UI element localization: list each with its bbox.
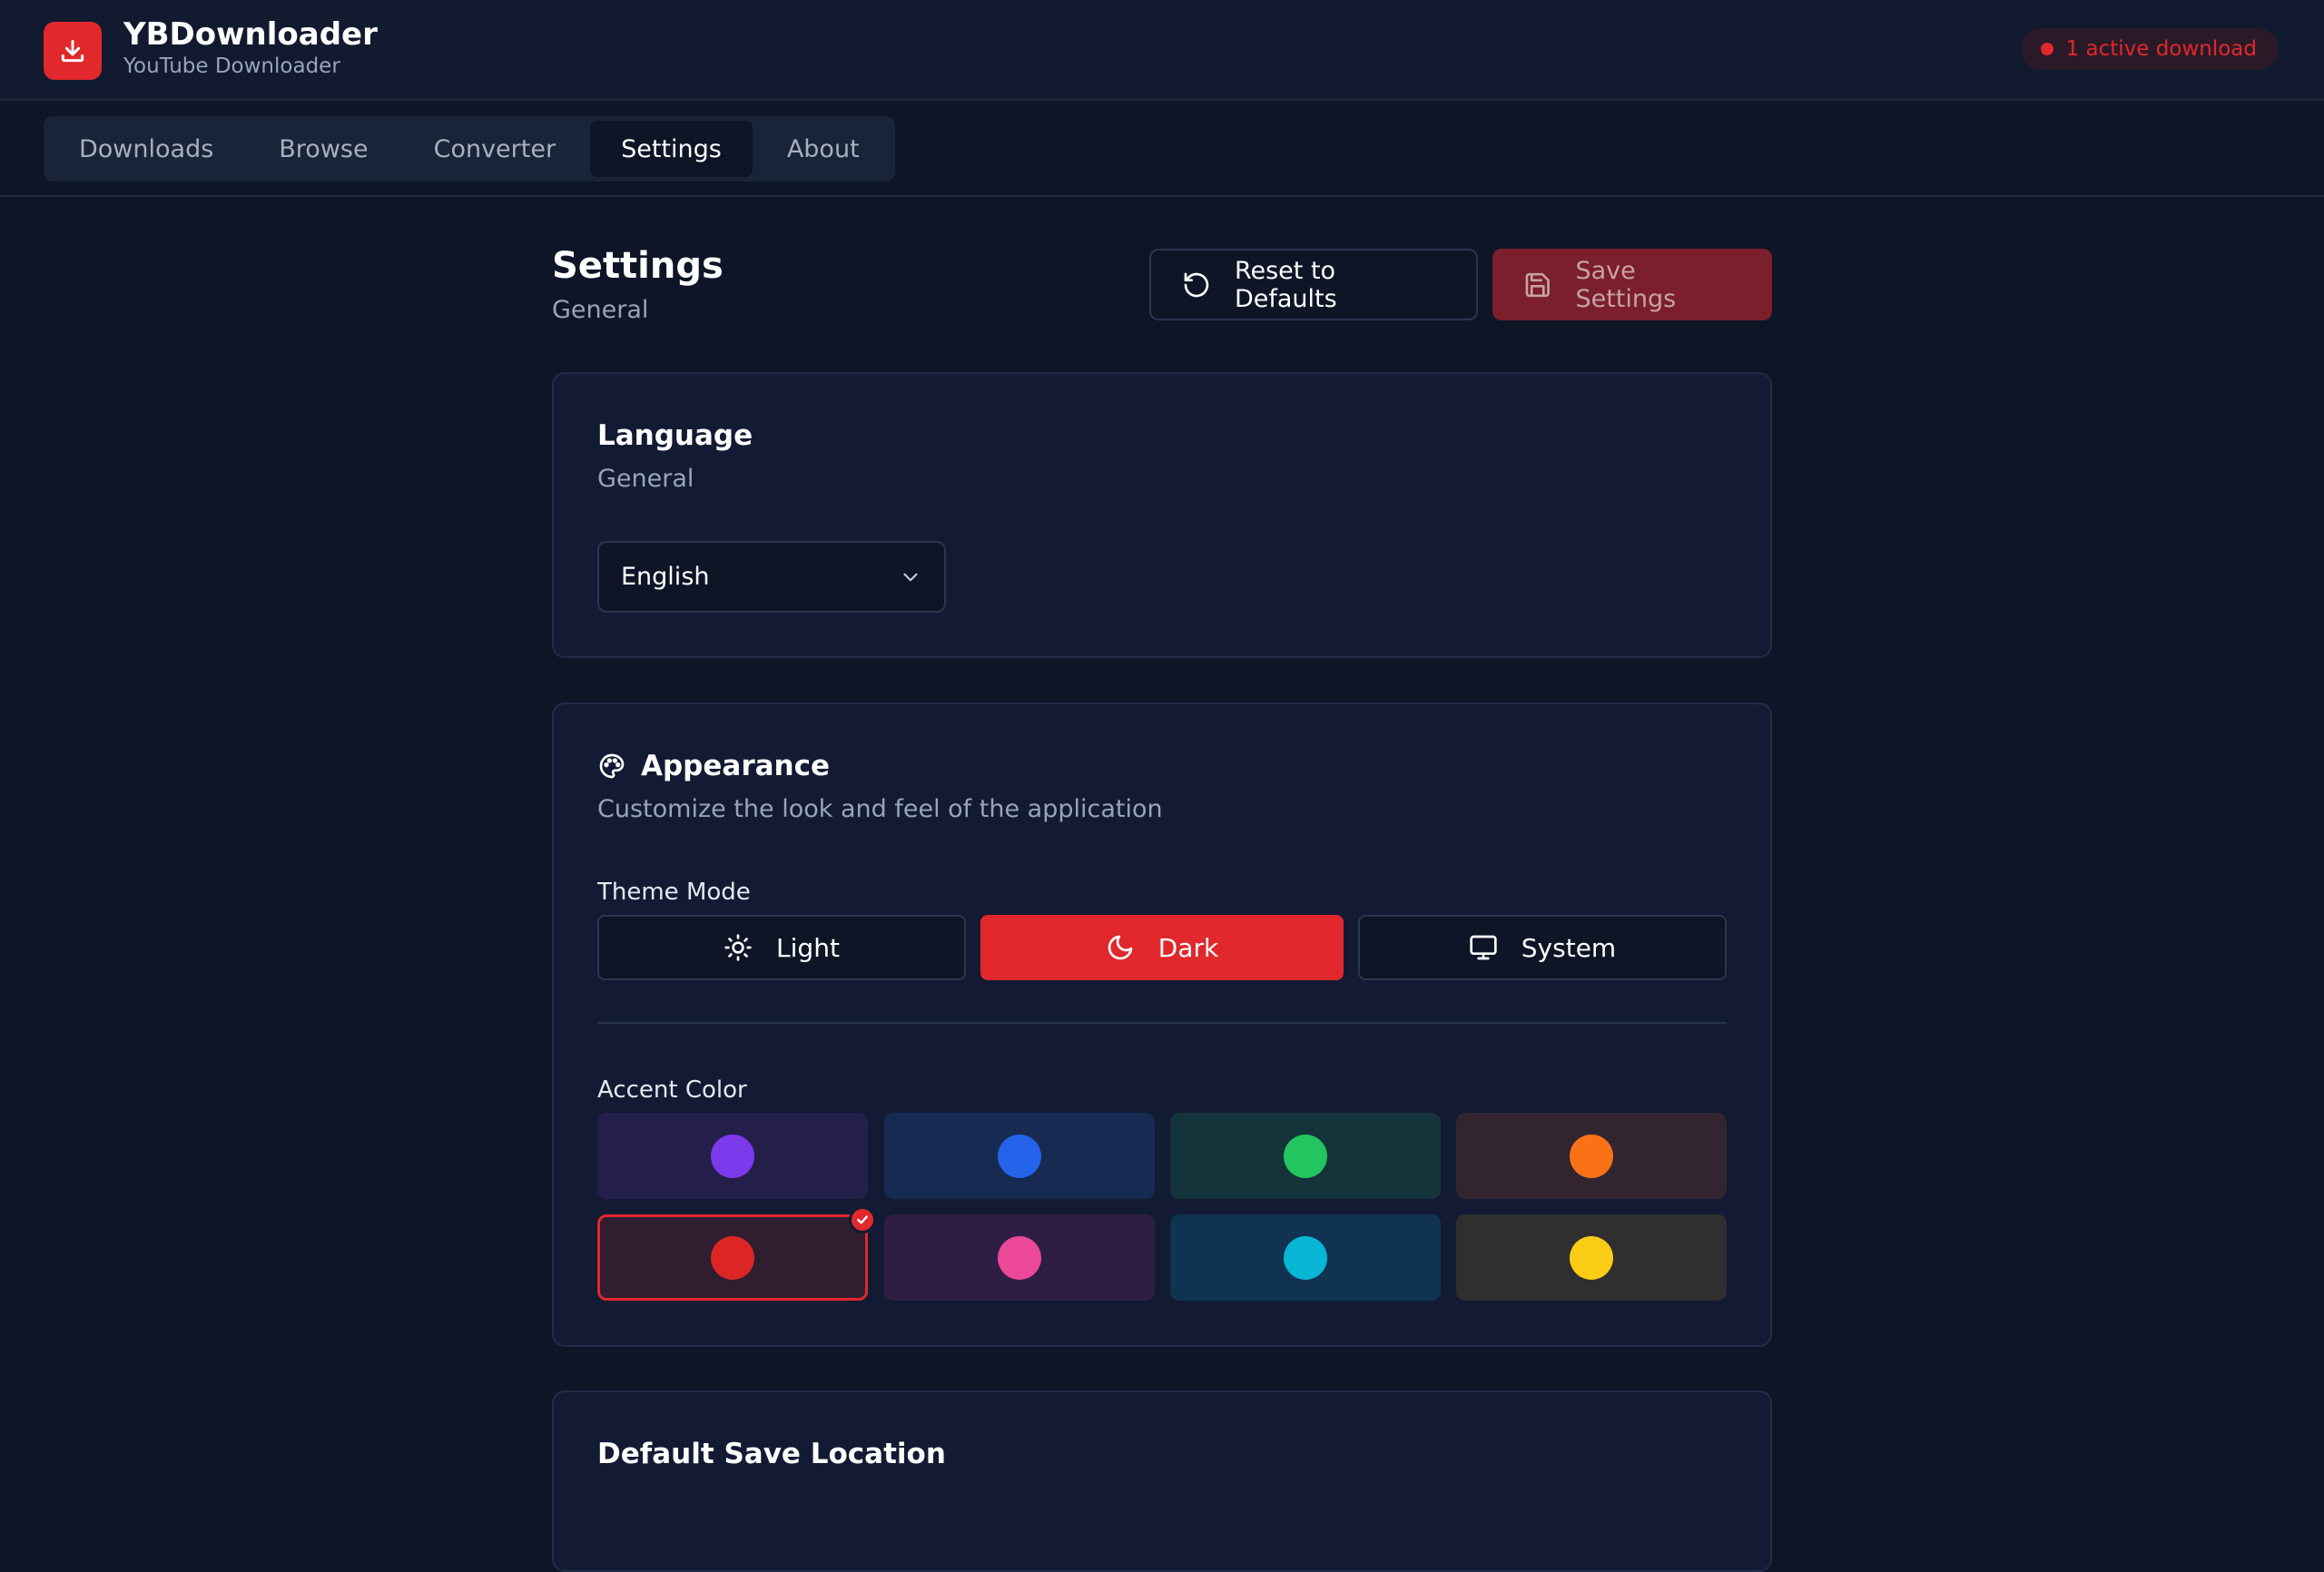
theme-light-button[interactable]: Light: [597, 915, 966, 980]
sun-icon: [724, 934, 752, 961]
accent-swatch-red[interactable]: [597, 1206, 876, 1301]
accent-dot-cyan: [1284, 1235, 1327, 1280]
theme-system-button[interactable]: System: [1358, 915, 1727, 980]
save-settings-label: Save Settings: [1575, 256, 1677, 313]
accent-dot-red: [711, 1235, 754, 1280]
tab-browse[interactable]: Browse: [248, 121, 399, 177]
download-icon: [61, 39, 84, 63]
page-title: Settings: [552, 245, 724, 287]
accent-dot-orange: [1570, 1134, 1613, 1178]
tab-converter[interactable]: Converter: [403, 121, 586, 177]
moon-icon: [1108, 935, 1133, 960]
chevron-down-icon: [903, 573, 918, 581]
accent-swatch-green[interactable]: [1170, 1113, 1441, 1199]
accent-color-label: Accent Color: [597, 1076, 747, 1104]
language-select[interactable]: English: [597, 541, 946, 613]
tab-settings[interactable]: Settings: [590, 121, 753, 177]
accent-dot-yellow: [1570, 1235, 1613, 1280]
save-location-title-text: Default Save Location: [597, 1438, 946, 1470]
theme-dark-button[interactable]: Dark: [980, 915, 1344, 980]
appearance-description: Customize the look and feel of the appli…: [597, 795, 1163, 823]
tab-downloads[interactable]: Downloads: [48, 121, 244, 177]
app-title: YBDownloader: [123, 16, 378, 53]
appearance-card: Appearance Customize the look and feel o…: [552, 702, 1772, 1347]
accent-swatch-blue[interactable]: [884, 1113, 1155, 1199]
app-logo: [44, 22, 102, 80]
save-location-card: Default Save Location: [552, 1390, 1772, 1572]
accent-dot-purple: [711, 1134, 754, 1178]
theme-light-label: Light: [776, 932, 840, 963]
appearance-title-text: Appearance: [641, 750, 830, 782]
theme-mode-label: Theme Mode: [597, 879, 751, 906]
save-icon: [1525, 272, 1550, 297]
save-settings-button[interactable]: Save Settings: [1492, 249, 1772, 320]
accent-swatch-cyan[interactable]: [1170, 1214, 1441, 1301]
check-icon: [849, 1206, 876, 1233]
appearance-title: Appearance: [597, 750, 830, 782]
reset-defaults-label: Reset to Defaults: [1234, 256, 1337, 313]
accent-dot-pink: [998, 1235, 1041, 1280]
theme-dark-label: Dark: [1157, 932, 1219, 963]
active-downloads-badge[interactable]: 1 active download: [2020, 28, 2279, 70]
rotate-ccw-icon: [1184, 272, 1209, 297]
accent-dot-green: [1284, 1134, 1327, 1178]
save-location-title: Default Save Location: [597, 1438, 946, 1470]
accent-swatch-orange[interactable]: [1456, 1113, 1727, 1199]
language-title-text: Language: [597, 419, 753, 452]
page-subtitle: General: [552, 296, 649, 324]
accent-swatch-purple[interactable]: [597, 1113, 868, 1199]
tab-about[interactable]: About: [756, 121, 891, 177]
section-divider: [597, 1022, 1727, 1024]
theme-system-label: System: [1521, 932, 1617, 963]
accent-swatch-pink[interactable]: [884, 1214, 1155, 1301]
app-header: YBDownloader YouTube Downloader 1 active…: [0, 0, 2324, 101]
palette-icon: [599, 753, 625, 779]
active-downloads-text: 1 active download: [2065, 37, 2257, 61]
app-subtitle: YouTube Downloader: [123, 54, 340, 78]
accent-dot-blue: [998, 1134, 1041, 1178]
monitor-icon: [1470, 935, 1497, 960]
status-dot-icon: [2040, 43, 2053, 55]
language-description: General: [597, 465, 694, 493]
language-selected-value: English: [621, 563, 710, 591]
language-title: Language: [597, 419, 753, 452]
main-tabs: Downloads Browse Converter Settings Abou…: [44, 116, 895, 182]
reset-defaults-button[interactable]: Reset to Defaults: [1149, 249, 1478, 320]
accent-swatch-yellow[interactable]: [1456, 1214, 1727, 1301]
nav-bar: Downloads Browse Converter Settings Abou…: [0, 101, 2324, 197]
language-card: Language General English: [552, 372, 1772, 658]
